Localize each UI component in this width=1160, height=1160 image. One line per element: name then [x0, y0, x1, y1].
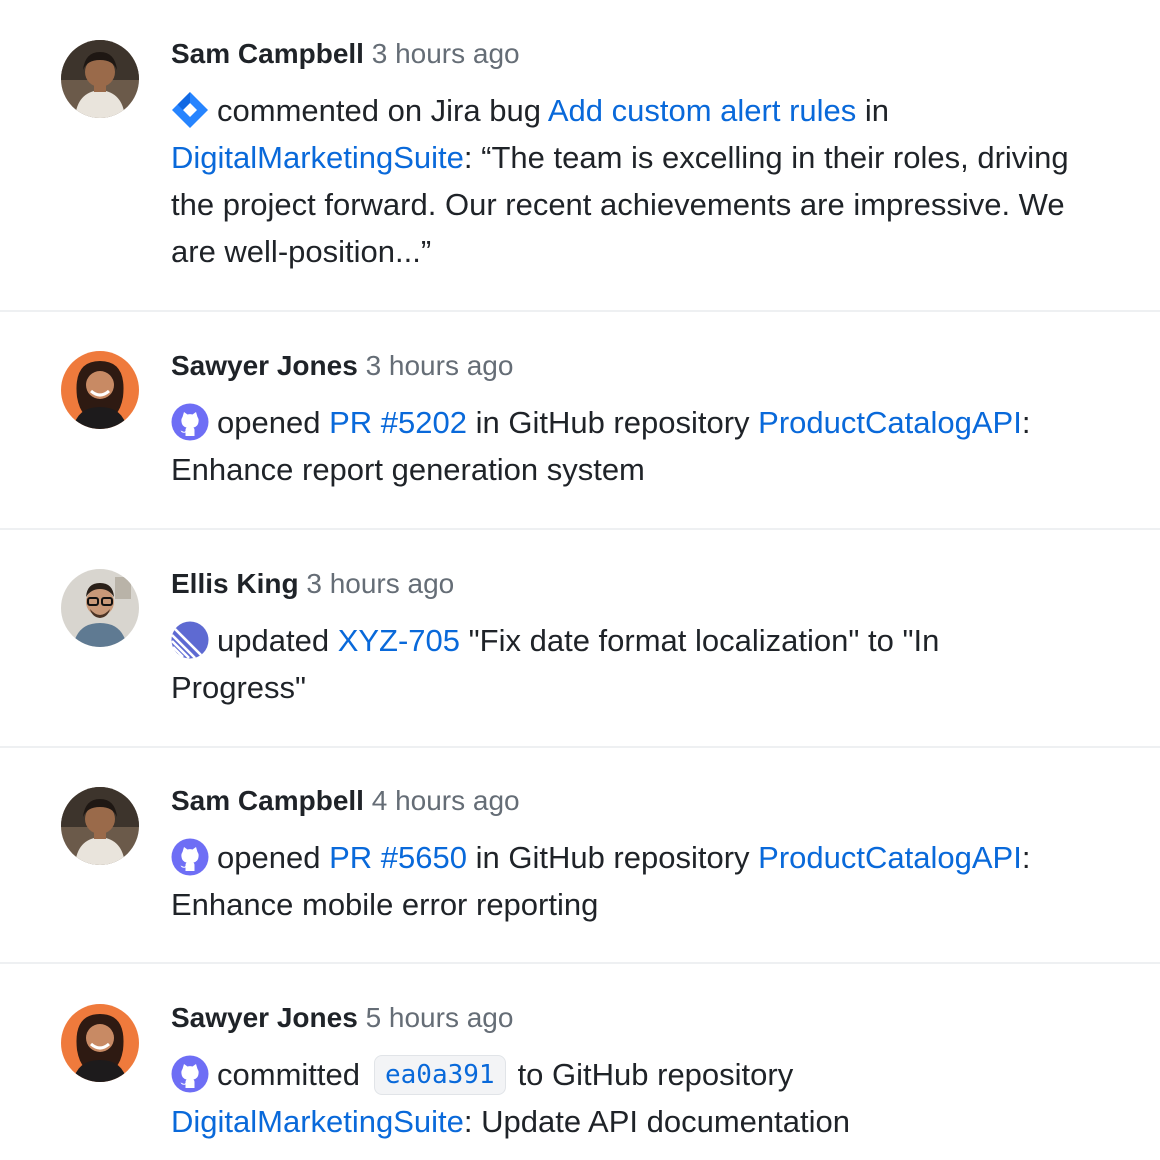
activity-feed: Sam Campbell 3 hours ago commented on Ji…: [0, 0, 1160, 1160]
avatar[interactable]: [61, 569, 139, 647]
avatar[interactable]: [61, 787, 139, 865]
repository-link[interactable]: DigitalMarketingSuite: [171, 140, 464, 175]
author-name[interactable]: Sawyer Jones: [171, 350, 358, 381]
activity-text: opened PR #5650 in GitHub repository Pro…: [171, 834, 1071, 928]
author-name[interactable]: Sawyer Jones: [171, 1002, 358, 1033]
github-icon: [171, 838, 209, 876]
timestamp: 3 hours ago: [306, 568, 455, 599]
avatar[interactable]: [61, 351, 139, 429]
feed-item: Sam Campbell 4 hours ago opened PR #5650…: [0, 748, 1160, 962]
avatar[interactable]: [61, 40, 139, 118]
author-name[interactable]: Sam Campbell: [171, 38, 364, 69]
activity-verb: updated: [217, 623, 330, 658]
pull-request-link[interactable]: PR #5202: [329, 405, 467, 440]
activity-detail: : Update API documentation: [463, 1104, 850, 1139]
repository-link[interactable]: DigitalMarketingSuite: [171, 1104, 464, 1139]
activity-text: opened PR #5202 in GitHub repository Pro…: [171, 399, 1071, 493]
timestamp: 5 hours ago: [365, 1002, 514, 1033]
feed-item: Sawyer Jones 5 hours ago committed ea0a39…: [0, 964, 1160, 1160]
activity-preposition: in GitHub repository: [475, 840, 750, 875]
feed-item: Sam Campbell 3 hours ago commented on Ji…: [0, 0, 1160, 310]
pull-request-link[interactable]: PR #5650: [329, 840, 467, 875]
github-icon: [171, 1055, 209, 1093]
linear-icon: [171, 621, 209, 659]
feed-item: Ellis King 3 hours ago updated XYZ-705 "…: [0, 530, 1160, 746]
activity-verb: opened: [217, 840, 321, 875]
issue-link[interactable]: Add custom alert rules: [548, 93, 856, 128]
activity-preposition: to GitHub repository: [517, 1057, 794, 1092]
avatar[interactable]: [61, 1004, 139, 1082]
activity-verb: opened: [217, 405, 321, 440]
activity-text: updated XYZ-705 "Fix date format localiz…: [171, 617, 1071, 711]
activity-verb: committed: [217, 1057, 360, 1092]
author-name[interactable]: Sam Campbell: [171, 785, 364, 816]
timestamp: 3 hours ago: [371, 38, 520, 69]
jira-icon: [171, 91, 209, 129]
activity-preposition: in: [864, 93, 890, 128]
issue-link[interactable]: XYZ-705: [338, 623, 460, 658]
github-icon: [171, 403, 209, 441]
repository-link[interactable]: ProductCatalogAPI: [758, 840, 1022, 875]
author-name[interactable]: Ellis King: [171, 568, 299, 599]
commit-sha-link[interactable]: ea0a391: [373, 1055, 506, 1095]
timestamp: 4 hours ago: [371, 785, 520, 816]
timestamp: 3 hours ago: [365, 350, 514, 381]
repository-link[interactable]: ProductCatalogAPI: [758, 405, 1022, 440]
activity-text: committed ea0a391 to GitHub repository Dig…: [171, 1051, 1071, 1145]
activity-verb: commented on Jira bug: [217, 93, 541, 128]
activity-preposition: in GitHub repository: [475, 405, 750, 440]
activity-text: commented on Jira bug Add custom alert r…: [171, 87, 1071, 275]
feed-item: Sawyer Jones 3 hours ago opened PR #5202…: [0, 312, 1160, 528]
